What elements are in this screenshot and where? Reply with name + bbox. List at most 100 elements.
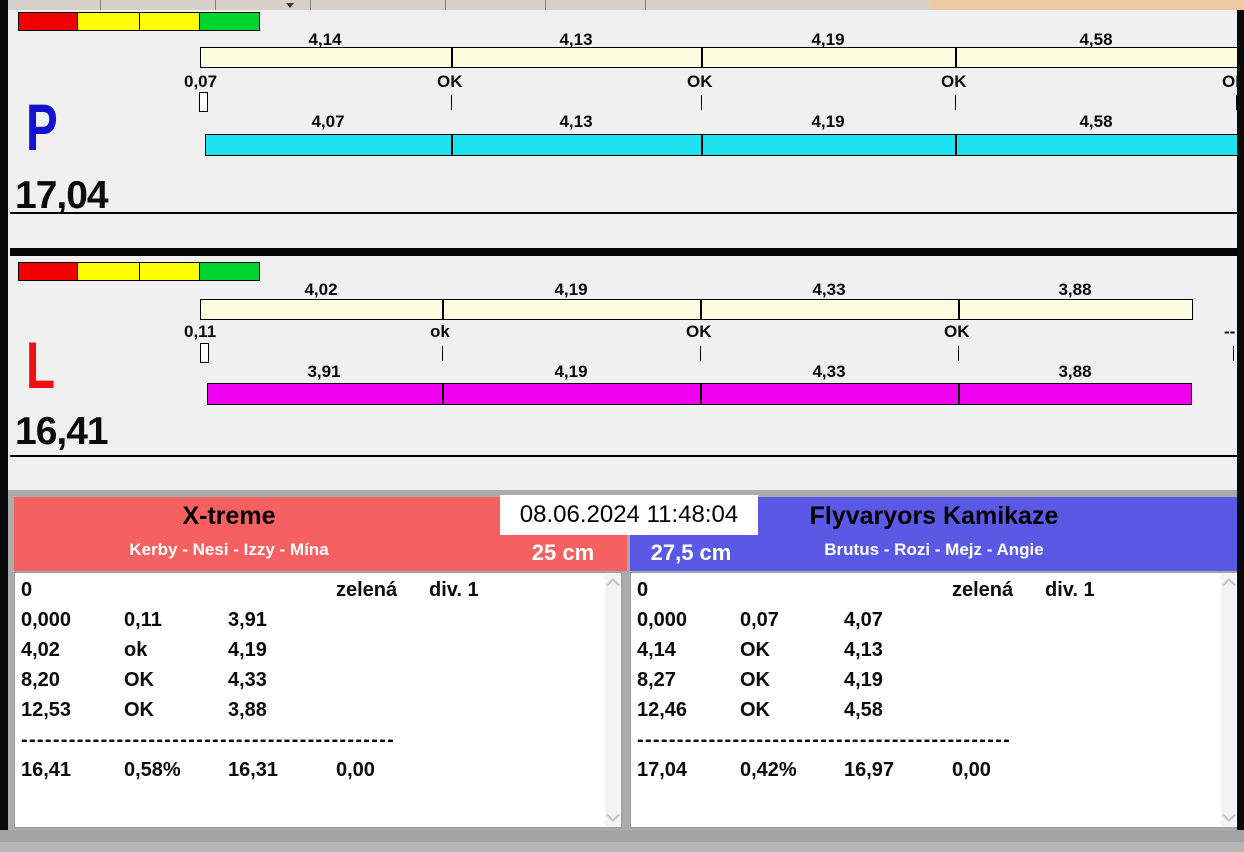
team-right-height: 27,5 cm (630, 540, 752, 566)
checkpoint-tick (442, 346, 443, 361)
lane-l-upper-split-2: 4,19 (529, 281, 613, 298)
cell: 16,41 (21, 755, 124, 785)
team-left-height: 25 cm (502, 540, 624, 566)
checkpoint-tick (700, 346, 701, 361)
cell: zelená (336, 575, 429, 605)
cell: 3,88 (228, 695, 336, 725)
scroll-down-icon[interactable] (606, 808, 620, 822)
bar-tick (701, 48, 703, 67)
lane-p-start-gap: 0,07 (184, 73, 217, 90)
lane-p-upper-split-2: 4,13 (534, 31, 618, 48)
cell: 8,27 (637, 665, 740, 695)
toolbar-separator (645, 0, 646, 10)
lane-l-checkpoint-2: OK (686, 323, 712, 340)
team-left-members: Kerby - Nesi - Izzy - Mína (14, 540, 444, 560)
cell: 16,31 (228, 755, 336, 785)
cell: OK (740, 635, 844, 665)
status-light-green (200, 262, 260, 281)
lane-p-letter: P (26, 94, 58, 160)
lane-l-upper-split-1: 4,02 (279, 281, 363, 298)
cell: 0,58% (124, 755, 228, 785)
cell: 0,000 (21, 605, 124, 635)
scroll-up-icon[interactable] (606, 578, 620, 592)
lane-p-upper-split-1: 4,14 (283, 31, 367, 48)
toolbar-separator (215, 0, 216, 10)
window-bottom-edge (0, 842, 1244, 852)
lane-p-lower-split-4: 4,58 (1054, 113, 1138, 130)
result-row: 12,46OK4,58 (637, 695, 952, 725)
lane-l-lower-split-1: 3,91 (282, 363, 366, 380)
lane-l-status-lights (18, 262, 260, 281)
cell: OK (124, 695, 228, 725)
timing-app-window: 4,14 4,13 4,19 4,58 0,07 OK OK OK OK 4,0… (0, 0, 1244, 852)
lane-l-lower-split-2: 4,19 (529, 363, 613, 380)
cell: 17,04 (637, 755, 740, 785)
status-light-yellow (140, 262, 200, 281)
lane-divider (10, 248, 1244, 256)
result-row: 0,0000,074,07 (637, 605, 952, 635)
toolbar-separator (445, 0, 446, 10)
checkpoint-tick (451, 95, 452, 110)
lane-l-checkpoint-3: OK (944, 323, 970, 340)
cell: 12,53 (21, 695, 124, 725)
team-left-results[interactable]: 0zelenádiv. 1 0,0000,113,91 4,02ok4,19 8… (14, 572, 622, 828)
lane-p-upper-bar (200, 47, 1244, 68)
cell: 4,14 (637, 635, 740, 665)
result-row: 0,0000,113,91 (21, 605, 336, 635)
cell: 4,07 (844, 605, 952, 635)
status-light-red (18, 12, 78, 31)
lane-p-footer-strip (10, 212, 1237, 250)
lane-l-lower-split-4: 3,88 (1033, 363, 1117, 380)
bar-tick (700, 300, 702, 319)
lane-l-upper-bar (200, 299, 1193, 320)
result-row: 8,20OK4,33 (21, 665, 336, 695)
bar-tick (958, 300, 960, 319)
window-left-edge (0, 0, 8, 832)
checkpoint-tick (955, 95, 956, 110)
lane-l-start-marker (200, 343, 209, 363)
checkpoint-tick (701, 95, 702, 110)
lane-p-start-marker (199, 92, 208, 112)
lane-p-lower-split-3: 4,19 (786, 113, 870, 130)
scroll-up-icon[interactable] (1222, 578, 1236, 592)
bar-tick (451, 135, 453, 155)
cell: 0,00 (952, 755, 1045, 785)
lane-l-letter: L (26, 332, 55, 398)
lane-p-upper-split-4: 4,58 (1054, 31, 1138, 48)
result-row: 12,53OK3,88 (21, 695, 336, 725)
cell: 8,20 (21, 665, 124, 695)
result-row: 0zelenádiv. 1 (637, 575, 1155, 605)
lane-p-lower-split-2: 4,13 (534, 113, 618, 130)
cell: div. 1 (429, 575, 539, 605)
lane-p-checkpoint-2: OK (687, 73, 713, 90)
cell: 4,19 (228, 635, 336, 665)
result-separator: ----------------------------------------… (21, 725, 395, 755)
scroll-down-icon[interactable] (1222, 808, 1236, 822)
toolbar-separator (100, 0, 101, 10)
lane-l-checkpoint-1: ok (430, 323, 450, 340)
lane-p-checkpoint-1: OK (437, 73, 463, 90)
cell: 4,58 (844, 695, 952, 725)
result-total-row: 17,040,42%16,970,00 (637, 755, 1045, 785)
cell: 4,02 (21, 635, 124, 665)
scrollbar[interactable] (605, 574, 620, 826)
timestamp: 08.06.2024 11:48:04 (500, 495, 758, 535)
lane-l-footer-strip (10, 455, 1237, 492)
cell: 0 (637, 575, 740, 605)
status-light-yellow (140, 12, 200, 31)
scrollbar[interactable] (1221, 574, 1236, 826)
team-left-name: X-treme (14, 502, 444, 531)
cell: div. 1 (1045, 575, 1155, 605)
bar-tick (700, 384, 702, 404)
checkpoint-tick (1233, 346, 1234, 361)
cell: 12,46 (637, 695, 740, 725)
lane-l-lower-split-3: 4,33 (787, 363, 871, 380)
status-light-red (18, 262, 78, 281)
result-separator: ----------------------------------------… (637, 725, 1011, 755)
bar-tick (701, 135, 703, 155)
team-right-results[interactable]: 0zelenádiv. 1 0,0000,074,07 4,14OK4,13 8… (630, 572, 1238, 828)
toolbar-separator (545, 0, 546, 10)
scoreboard-panel: X-treme Kerby - Nesi - Izzy - Mína 25 cm… (8, 490, 1237, 830)
result-row: 4,14OK4,13 (637, 635, 952, 665)
lane-l-upper-split-3: 4,33 (787, 281, 871, 298)
